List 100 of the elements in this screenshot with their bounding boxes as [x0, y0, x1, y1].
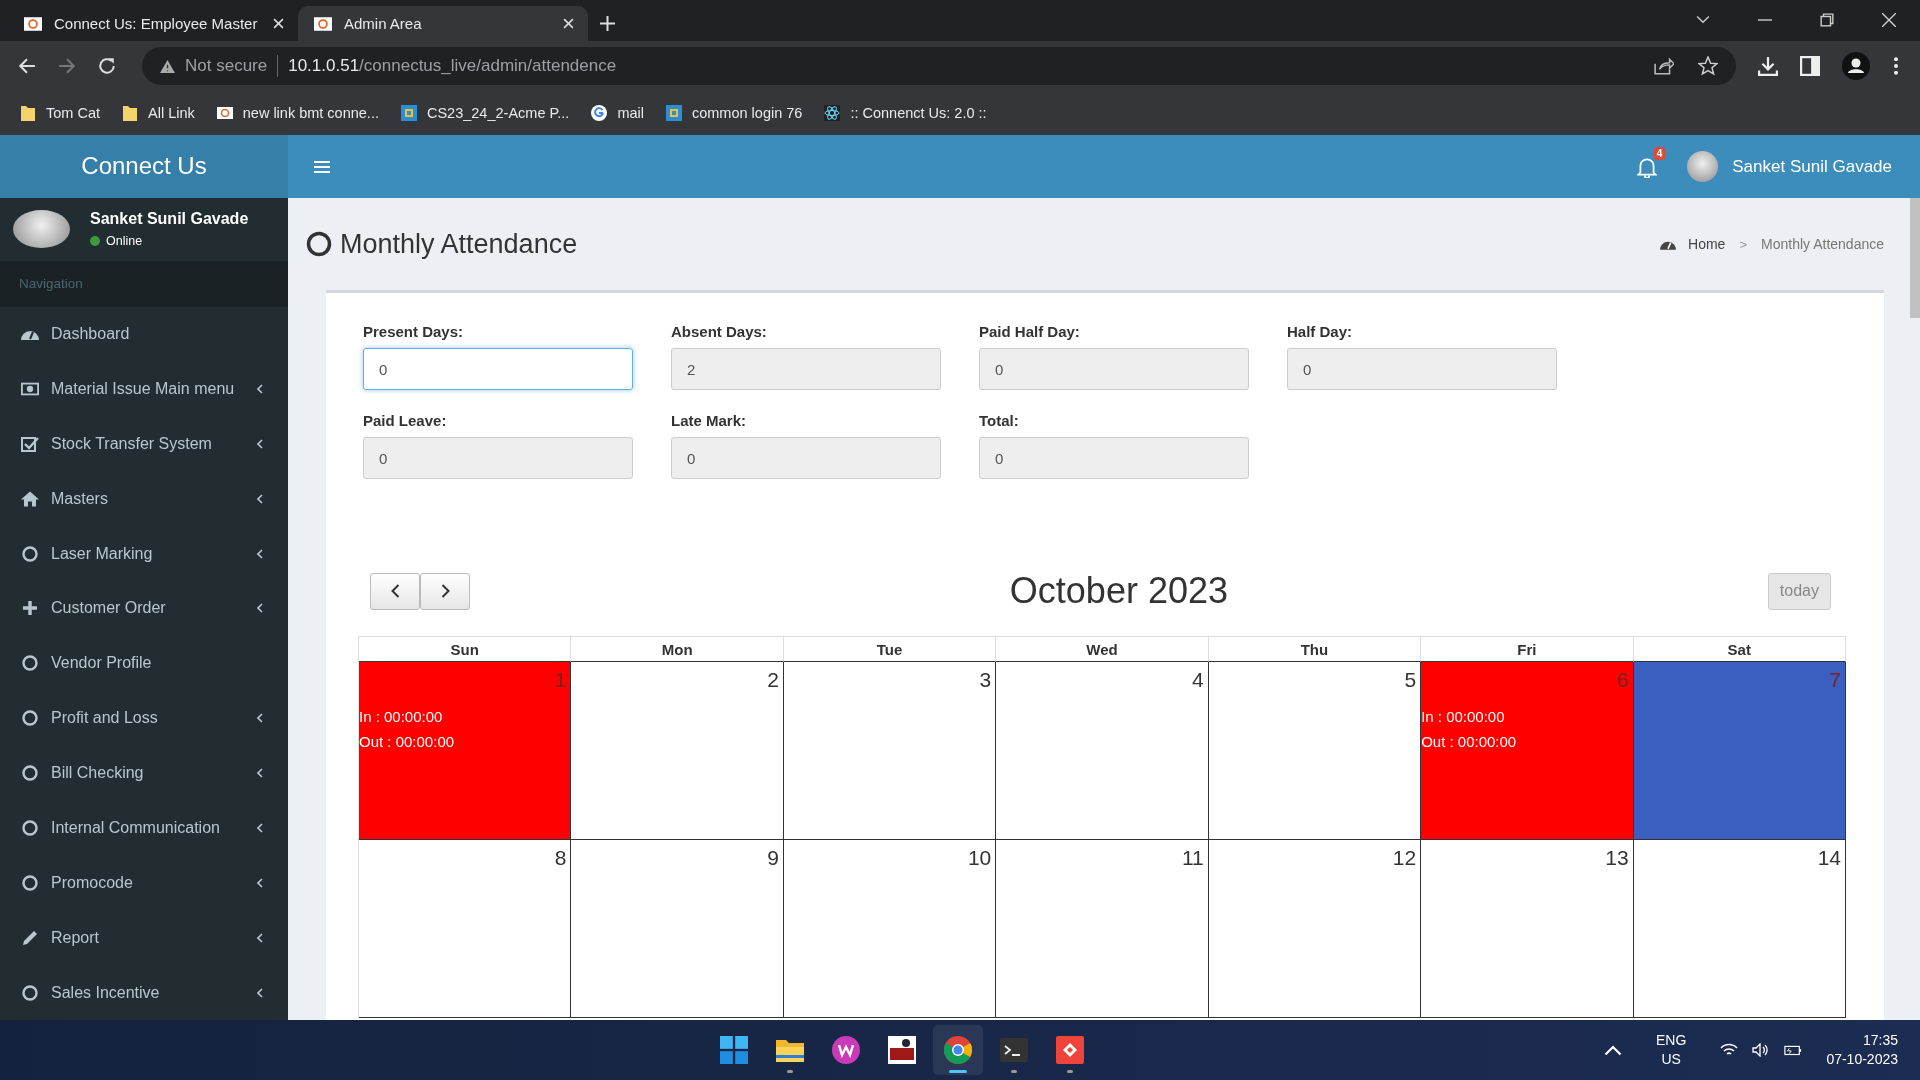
close-icon[interactable] — [563, 18, 574, 29]
folder-icon — [20, 105, 36, 121]
day-cell[interactable]: 4 — [996, 662, 1209, 840]
share-icon[interactable] — [1654, 56, 1674, 76]
site-logo-icon — [314, 16, 332, 31]
nav-item[interactable]: Profit and Loss — [0, 690, 288, 746]
breadcrumb-link[interactable]: Home — [1688, 236, 1726, 252]
input-field[interactable]: 0 — [671, 437, 941, 479]
browser-tab[interactable]: Admin Area — [298, 6, 588, 41]
download-icon[interactable] — [1758, 56, 1778, 76]
input-field[interactable]: 0 — [979, 437, 1249, 479]
next-button[interactable] — [420, 572, 470, 610]
field-label: Present Days: — [363, 323, 465, 340]
bookmark[interactable]: CS23_24_2-Acme P... — [400, 105, 570, 121]
nav-item[interactable]: Bill Checking — [0, 745, 288, 801]
input-field[interactable]: 2 — [671, 348, 941, 390]
bookmark[interactable]: new link bmt conne... — [216, 105, 379, 121]
nav-item[interactable]: Vendor Profile — [0, 635, 288, 691]
day-cell[interactable]: 8 — [359, 840, 572, 1018]
side-panel-icon[interactable] — [1800, 56, 1820, 76]
site-logo-icon — [216, 105, 233, 121]
day-cell[interactable]: 6 In : 00:00:00 Out : 00:00:00 — [1421, 662, 1634, 840]
weekday-header: Tue — [783, 636, 997, 662]
checkbox-icon — [21, 435, 39, 452]
nav-item[interactable]: Customer Order — [0, 581, 288, 636]
chevron-up-icon[interactable] — [1604, 1043, 1623, 1057]
bookmark[interactable]: mail — [591, 105, 644, 121]
chevron-left-icon — [257, 548, 263, 559]
day-number: 9 — [767, 845, 780, 871]
breadcrumb-separator: > — [1739, 236, 1747, 252]
user-name[interactable]: Sanket Sunil Gavade — [1732, 156, 1892, 177]
day-number: 10 — [967, 845, 993, 871]
weekday-header: Wed — [996, 636, 1209, 662]
bookmark[interactable]: common login 76 — [665, 105, 803, 121]
bookmark[interactable]: :: Connenct Us: 2.0 :: — [824, 105, 987, 121]
nav-item[interactable]: Report — [0, 910, 288, 966]
new-tab-icon[interactable] — [600, 16, 615, 31]
taskbar-app[interactable] — [933, 1025, 983, 1075]
close-icon[interactable] — [273, 18, 284, 29]
day-number: 4 — [1192, 667, 1205, 693]
day-number: 12 — [1392, 845, 1418, 871]
nav-item[interactable]: Sales Incentive — [0, 965, 288, 1020]
day-cell[interactable]: 14 — [1633, 840, 1846, 1018]
input-field[interactable]: 0 — [979, 348, 1249, 390]
app-logo[interactable]: Connect Us — [0, 135, 288, 198]
bookmark[interactable]: Tom Cat — [20, 105, 100, 121]
star-icon[interactable] — [1698, 56, 1718, 76]
day-cell[interactable]: 12 — [1208, 840, 1422, 1018]
scrollbar[interactable] — [1910, 198, 1920, 318]
restore-icon[interactable] — [1820, 13, 1834, 27]
day-cell[interactable]: 11 — [996, 840, 1209, 1018]
chevron-left-icon — [257, 932, 263, 943]
nav-item[interactable]: Stock Transfer System — [0, 416, 288, 472]
input-field[interactable]: 0 — [1287, 348, 1557, 390]
chevron-left-icon — [257, 768, 263, 779]
nav-item[interactable]: Internal Communication — [0, 800, 288, 856]
nav-item[interactable]: Dashboard — [0, 306, 288, 362]
check-out-time: Out : 00:00:00 — [1421, 732, 1517, 752]
nav-item[interactable]: Laser Marking — [0, 526, 288, 581]
chevron-left-icon — [257, 877, 263, 888]
nav-item[interactable]: Masters — [0, 471, 288, 527]
profile-icon[interactable] — [1842, 52, 1870, 80]
address-bar[interactable]: Not secure 10.1.0.51/connectus_live/admin/attendence — [142, 47, 1736, 85]
input-field[interactable]: 0 — [363, 348, 633, 390]
menu-icon[interactable] — [1892, 56, 1900, 76]
avatar — [13, 210, 70, 249]
reload-icon[interactable] — [98, 57, 116, 75]
avatar — [1687, 151, 1719, 182]
chrome-logo-icon — [944, 1036, 972, 1064]
nav-item[interactable]: Promocode — [0, 855, 288, 911]
bookmark[interactable]: All Link — [122, 105, 195, 121]
back-icon[interactable] — [18, 57, 36, 75]
circle-icon — [21, 819, 39, 836]
speaker-icon[interactable] — [1752, 1043, 1771, 1057]
chevron-left-icon — [257, 438, 263, 449]
day-cell[interactable]: 1 In : 00:00:00 Out : 00:00:00 — [359, 662, 572, 840]
clock[interactable]: 17:35 07-10-2023 — [1826, 1031, 1898, 1069]
close-icon[interactable] — [1882, 13, 1896, 27]
grid-logo-icon — [400, 105, 417, 121]
forward-icon[interactable] — [58, 57, 76, 75]
language-indicator[interactable]: ENG US — [1656, 1031, 1687, 1069]
chevron-left-icon — [390, 584, 400, 598]
day-cell[interactable]: 13 — [1421, 840, 1634, 1018]
windows-logo-icon — [720, 1036, 748, 1064]
day-cell[interactable]: 3 — [783, 662, 997, 840]
previous-button[interactable] — [370, 572, 420, 610]
grid-logo-icon — [665, 105, 682, 121]
day-cell[interactable]: 10 — [783, 840, 997, 1018]
calendar-title: October 2023 — [1009, 570, 1228, 612]
day-cell[interactable]: 2 — [571, 662, 784, 840]
circle-icon — [21, 984, 39, 1001]
day-cell[interactable]: 9 — [571, 840, 784, 1018]
wifi-icon[interactable] — [1720, 1043, 1739, 1057]
day-number: 5 — [1404, 667, 1418, 693]
nav-item[interactable]: Material Issue Main menu — [0, 361, 288, 417]
browser-tab[interactable]: Connect Us: Employee Master — [8, 6, 298, 41]
chevron-left-icon — [257, 603, 263, 614]
url-text: 10.1.0.51/connectus_live/admin/attendence — [288, 56, 617, 76]
input-field[interactable]: 0 — [363, 437, 633, 479]
battery-icon[interactable] — [1784, 1043, 1803, 1057]
